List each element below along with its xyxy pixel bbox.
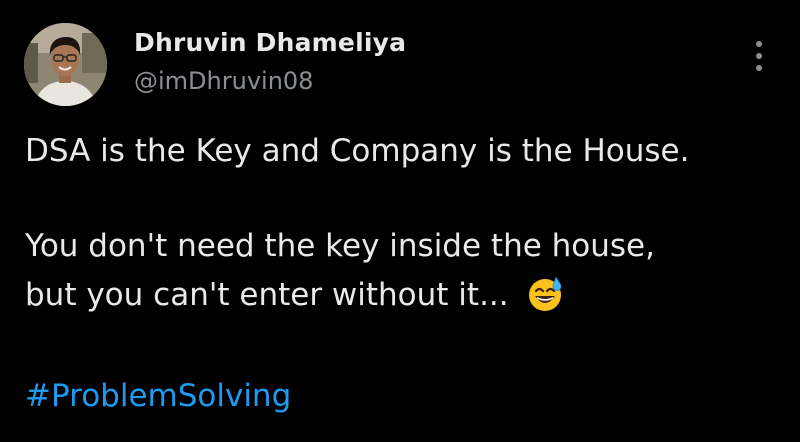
- tweet-text-line-1: DSA is the Key and Company is the House.: [25, 133, 690, 169]
- tweet-text-line-3: but you can't enter without it...: [25, 275, 563, 315]
- grinning-face-with-sweat-icon: [527, 275, 563, 312]
- tweet-card: Dhruvin Dhameliya @imDhruvin08 DSA is th…: [0, 0, 800, 442]
- more-options-icon[interactable]: [747, 38, 771, 74]
- avatar[interactable]: [24, 23, 107, 106]
- avatar-photo: [24, 23, 107, 106]
- author-handle[interactable]: @imDhruvin08: [134, 67, 313, 95]
- dot: [756, 41, 762, 47]
- tweet-text-line-3-text: but you can't enter without it...: [25, 277, 509, 313]
- hashtag-link[interactable]: #ProblemSolving: [25, 376, 291, 416]
- tweet-text-line-2: You don't need the key inside the house,: [25, 228, 655, 264]
- dot: [756, 53, 762, 59]
- author-name[interactable]: Dhruvin Dhameliya: [134, 28, 406, 57]
- dot: [756, 65, 762, 71]
